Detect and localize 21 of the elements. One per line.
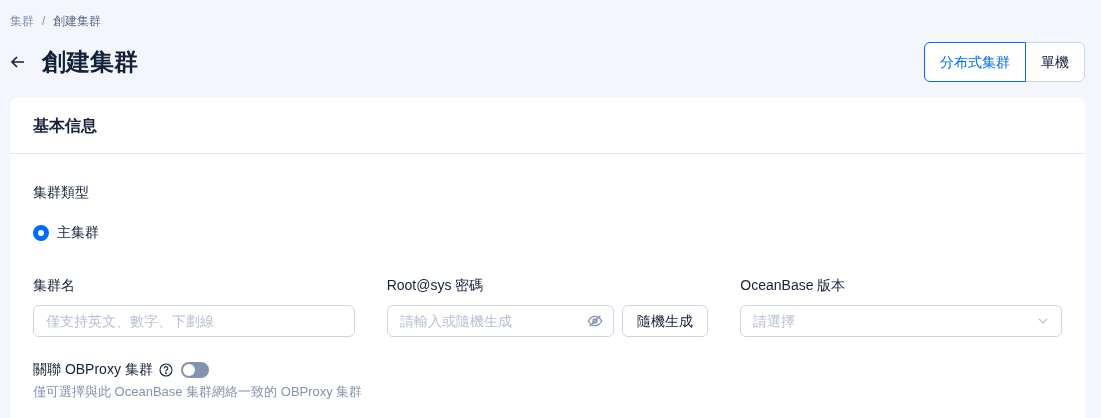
card-title: 基本信息	[33, 115, 97, 136]
mode-tab[interactable]: 單機	[1025, 42, 1085, 82]
hint-text: 僅可選擇與此 OceanBase 集群網絡一致的 OBProxy 集群	[33, 383, 364, 401]
input-field[interactable]: 僅支持英文、數字、下劃線	[33, 305, 355, 337]
generate-button[interactable]: 隨機生成	[622, 305, 709, 337]
breadcrumb-separator: /	[42, 13, 46, 30]
field-label: 關聯 OBProxy 集群	[33, 360, 153, 379]
toggle-switch[interactable]	[180, 361, 209, 378]
breadcrumb-current: 創建集群	[53, 13, 102, 30]
field-label: OceanBase 版本	[740, 276, 847, 295]
back-arrow-icon[interactable]	[10, 54, 26, 70]
help-icon[interactable]	[158, 362, 173, 377]
field-label: 集群名	[33, 276, 76, 295]
eye-off-icon[interactable]	[587, 313, 604, 329]
page-title: 創建集群	[42, 47, 138, 77]
field-label: 集群類型	[33, 184, 89, 200]
password-field[interactable]: 請輸入或隨機生成	[386, 305, 615, 337]
radio-button[interactable]	[33, 224, 49, 241]
radio-label[interactable]: 主集群	[57, 222, 99, 243]
mode-tab[interactable]: 分布式集群	[924, 42, 1026, 82]
field-label: Root@sys 密碼	[386, 276, 485, 295]
